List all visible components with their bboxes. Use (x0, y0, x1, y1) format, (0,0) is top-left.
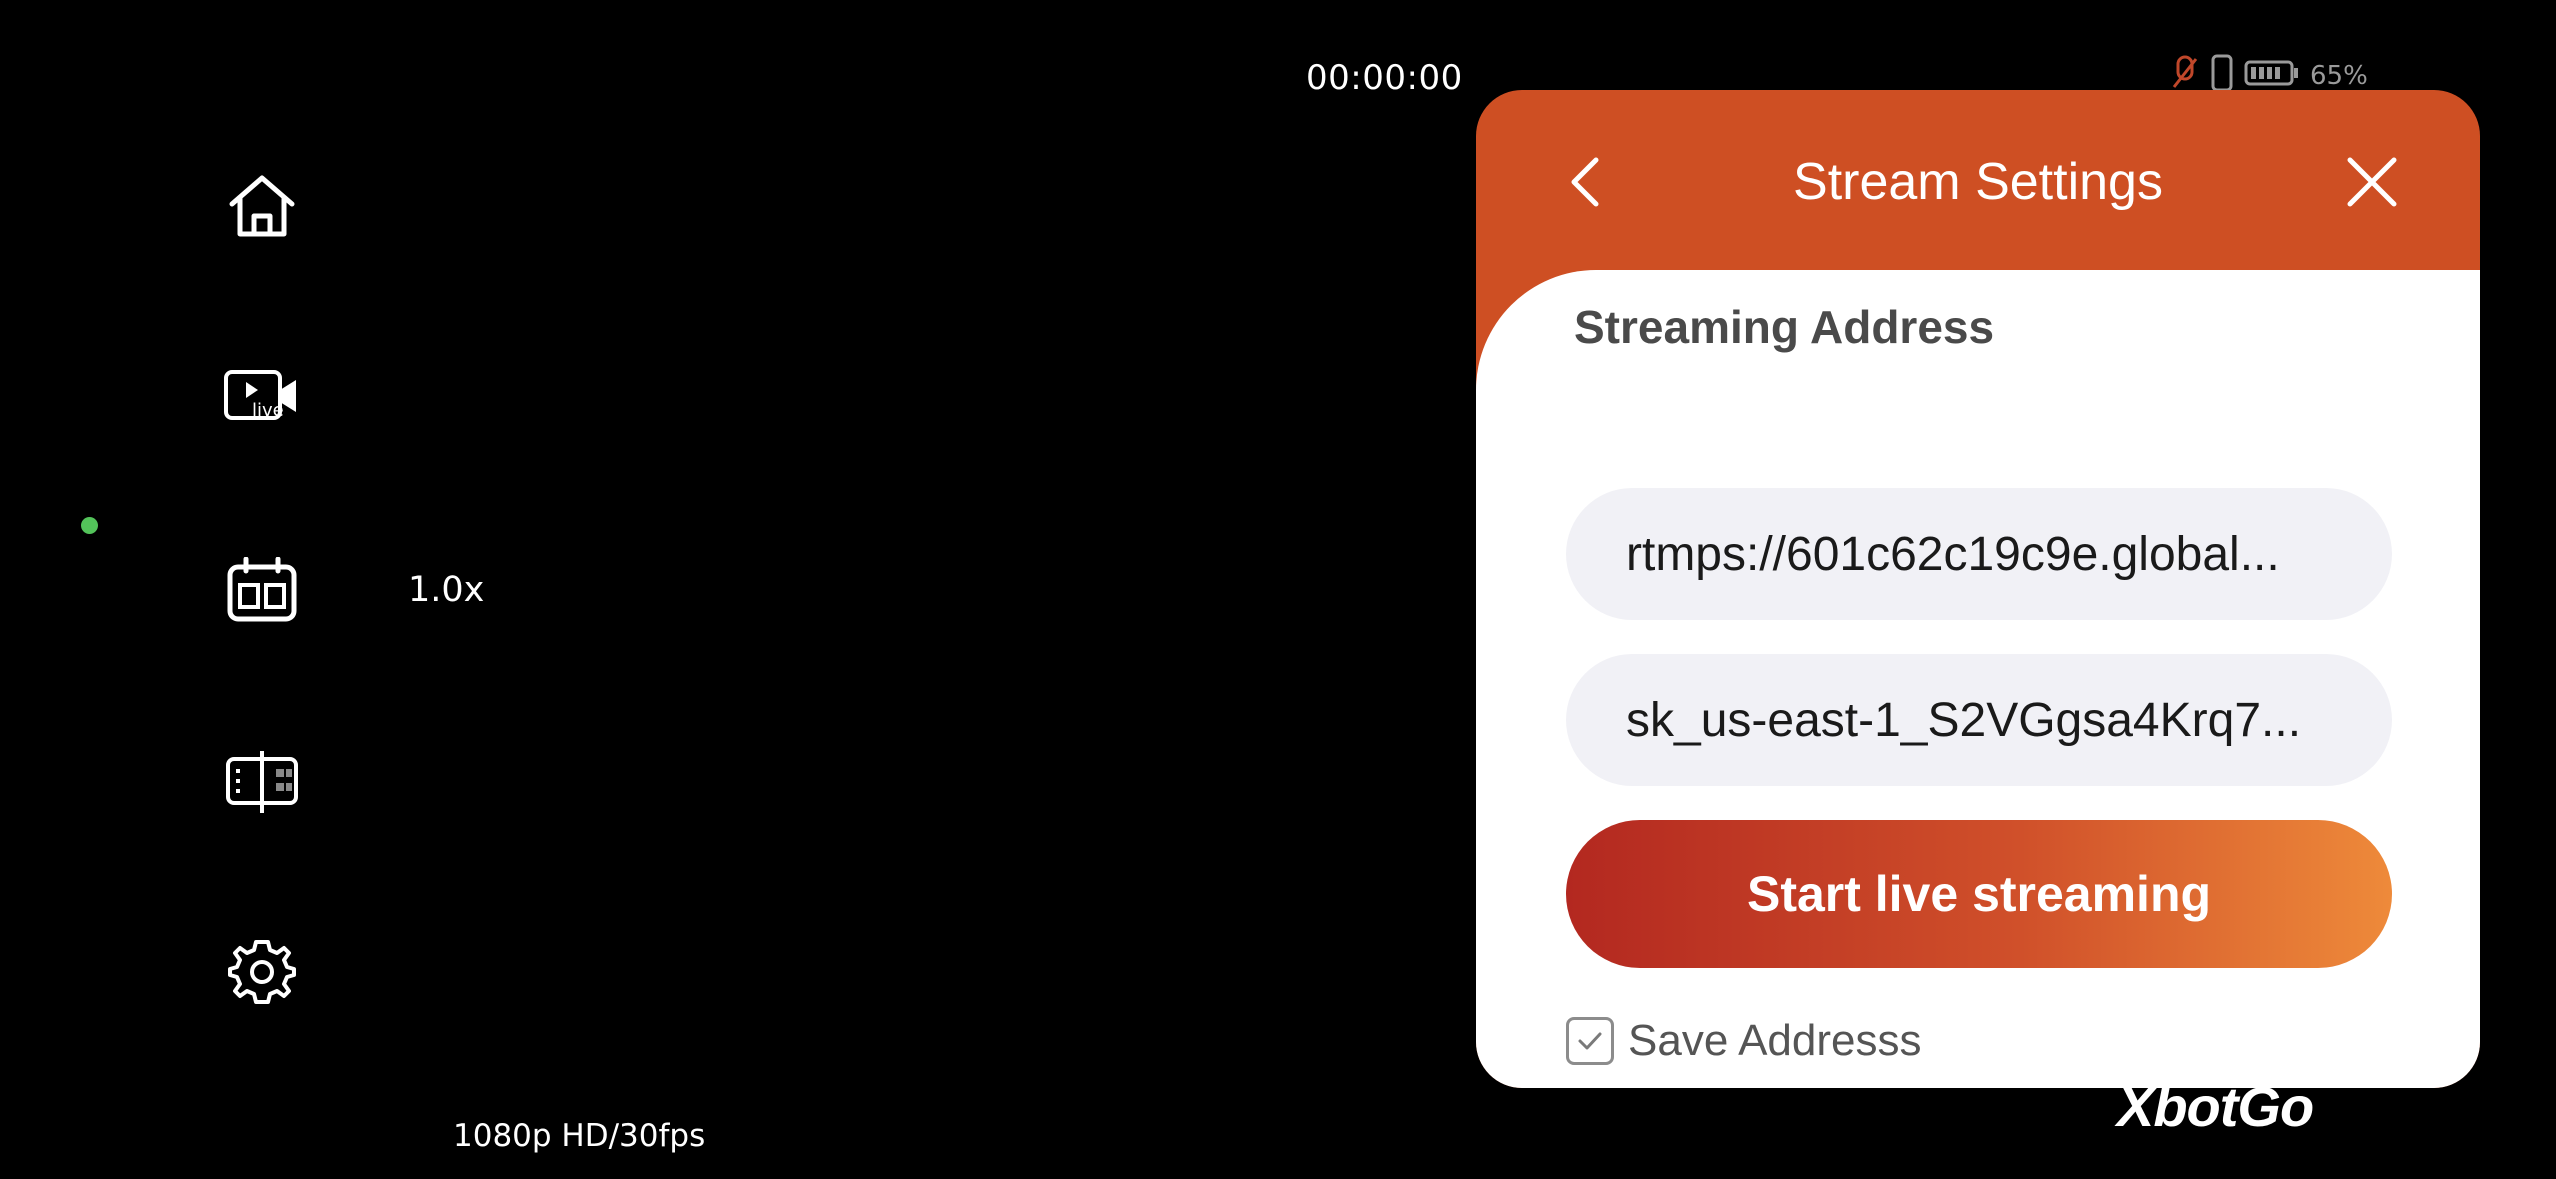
zoom-level[interactable]: 1.0x (408, 570, 484, 610)
panel-body: Streaming Address rtmps://601c62c19c9e.g… (1476, 270, 2480, 1088)
save-address-row[interactable]: Save Addresss (1566, 1016, 1922, 1066)
start-live-streaming-button[interactable]: Start live streaming (1566, 820, 2392, 968)
live-video-icon: live (224, 370, 296, 421)
split-frame-button[interactable] (220, 740, 304, 824)
split-frame-icon (226, 751, 298, 813)
scene-layout-icon (227, 557, 297, 622)
scene-button[interactable] (220, 548, 304, 632)
battery-icon (2244, 59, 2300, 94)
stream-key-field[interactable]: sk_us-east-1_S2VGgsa4Krq7... (1566, 654, 2392, 786)
streaming-address-label: Streaming Address (1574, 301, 1995, 353)
close-button[interactable] (2342, 152, 2402, 212)
home-icon (229, 175, 295, 237)
server-url-field[interactable]: rtmps://601c62c19c9e.global... (1566, 488, 2392, 620)
save-address-checkbox[interactable] (1566, 1017, 1614, 1065)
video-quality[interactable]: 1080p HD/30fps (453, 1118, 705, 1154)
panel-title: Stream Settings (1793, 153, 2163, 211)
live-button[interactable]: live (220, 356, 304, 440)
live-icon-label: live (252, 400, 284, 421)
panel-header: Stream Settings (1476, 90, 2480, 270)
close-icon (2347, 157, 2397, 207)
home-button[interactable] (220, 164, 304, 248)
stream-settings-panel: Stream Settings Streaming Address rtmps:… (1476, 90, 2480, 1088)
gear-icon (228, 940, 296, 1004)
recording-indicator-dot (81, 517, 98, 534)
battery-percent: 65% (2310, 61, 2368, 91)
recording-timer: 00:00:00 (1306, 58, 1463, 98)
save-address-label: Save Addresss (1628, 1016, 1922, 1065)
settings-button[interactable] (220, 930, 304, 1014)
checkmark-icon (1578, 1032, 1602, 1050)
